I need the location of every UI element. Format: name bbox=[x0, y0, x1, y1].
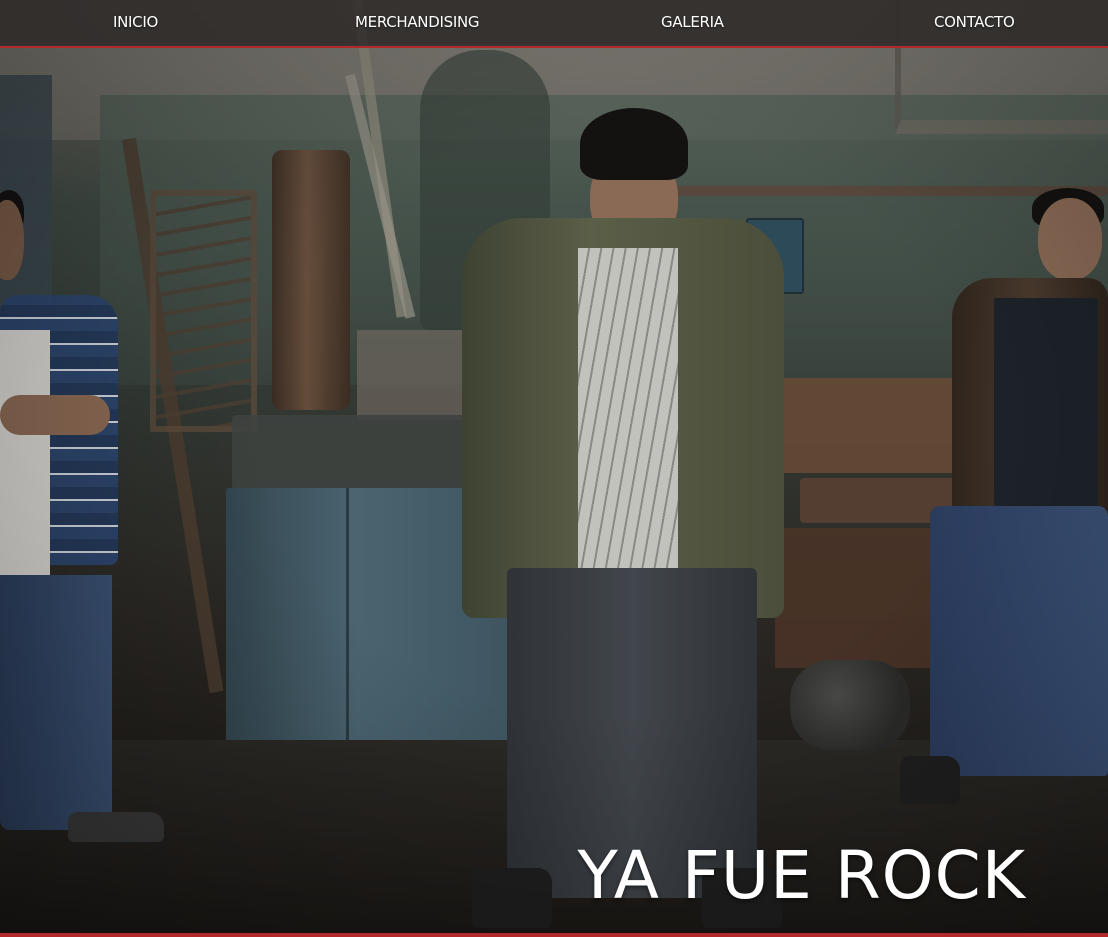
nav-link-inicio[interactable]: INICIO bbox=[113, 0, 158, 46]
bottom-accent-line bbox=[0, 933, 1108, 937]
hero-title: YA FUE ROCK bbox=[577, 837, 1026, 914]
nav-link-galeria[interactable]: GALERIA bbox=[661, 0, 724, 46]
hero-photo bbox=[0, 0, 1108, 937]
photo-overlay bbox=[0, 0, 1108, 937]
top-nav: INICIO MERCHANDISING GALERIA CONTACTO bbox=[0, 0, 1108, 48]
nav-link-contacto[interactable]: CONTACTO bbox=[934, 0, 1015, 46]
nav-link-merchandising[interactable]: MERCHANDISING bbox=[355, 0, 480, 46]
